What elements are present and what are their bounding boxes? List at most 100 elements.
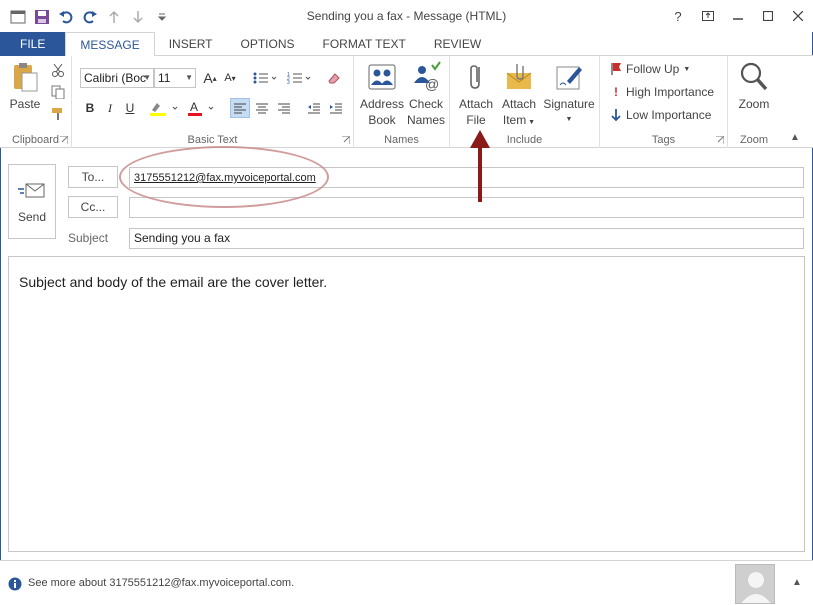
high-importance-label: High Importance xyxy=(626,85,715,99)
annotation-oval xyxy=(119,146,329,208)
tab-file[interactable]: FILE xyxy=(0,32,66,56)
to-button[interactable]: To... xyxy=(68,166,118,188)
clipboard-dialog-launcher-icon[interactable] xyxy=(60,136,68,144)
title-bar: Sending you a fax - Message (HTML) ? xyxy=(0,0,813,32)
minimize-icon[interactable] xyxy=(723,4,753,28)
expand-people-pane-icon[interactable]: ▲ xyxy=(792,577,802,588)
tab-message[interactable]: MESSAGE xyxy=(65,32,155,57)
italic-icon[interactable]: I xyxy=(100,98,120,118)
address-book-label-1: Address xyxy=(359,97,405,111)
underline-icon[interactable]: U xyxy=(120,98,140,118)
bullets-icon[interactable] xyxy=(250,68,280,88)
check-names-label-1: Check xyxy=(408,97,443,111)
font-size-value: 11 xyxy=(158,71,171,85)
annotation-arrow xyxy=(470,130,490,202)
check-names-icon: @ xyxy=(409,60,443,94)
basic-text-group: Calibri (Boc ▼ 11 ▼ A▴ A▾ 123 B I U A xyxy=(72,56,354,148)
ribbon-tabs: FILE MESSAGE INSERT OPTIONS FORMAT TEXT … xyxy=(0,32,813,57)
tags-group-label: Tags xyxy=(651,134,676,146)
zoom-group-label: Zoom xyxy=(739,134,769,146)
align-center-icon[interactable] xyxy=(252,98,272,118)
attach-item-button[interactable]: Attach Item ▼ xyxy=(498,60,540,131)
avatar[interactable] xyxy=(735,564,775,604)
font-name-select[interactable]: Calibri (Boc ▼ xyxy=(80,68,154,88)
see-more-link[interactable]: See more about 3175551212@fax.myvoicepor… xyxy=(28,577,294,589)
people-pane-bar: See more about 3175551212@fax.myvoicepor… xyxy=(0,560,813,605)
paperclip-icon xyxy=(459,60,493,94)
align-left-icon[interactable] xyxy=(230,98,250,118)
address-book-icon xyxy=(365,60,399,94)
tab-format-text[interactable]: FORMAT TEXT xyxy=(309,32,420,56)
attach-item-label-2: Item ▼ xyxy=(502,113,536,127)
svg-text:A: A xyxy=(190,100,198,114)
increase-indent-icon[interactable] xyxy=(326,98,346,118)
magnifier-icon xyxy=(737,60,771,94)
svg-text:3: 3 xyxy=(287,80,290,85)
low-importance-button[interactable]: Low Importance xyxy=(610,108,711,122)
copy-icon[interactable] xyxy=(48,82,68,102)
subject-label: Subject xyxy=(68,231,109,245)
ribbon-display-options-icon[interactable] xyxy=(693,4,723,28)
send-label: Send xyxy=(17,209,47,224)
signature-icon xyxy=(552,60,586,94)
collapse-ribbon-icon[interactable]: ▲ xyxy=(790,132,800,143)
tab-insert[interactable]: INSERT xyxy=(155,32,227,56)
bold-icon[interactable]: B xyxy=(80,98,100,118)
window-controls: ? xyxy=(663,4,813,28)
font-size-select[interactable]: 11 ▼ xyxy=(154,68,196,88)
exclamation-icon: ! xyxy=(614,85,618,99)
numbering-icon[interactable]: 123 xyxy=(284,68,314,88)
chevron-down-icon: ▼ xyxy=(143,73,151,82)
close-icon[interactable] xyxy=(783,4,813,28)
shrink-font-icon[interactable]: A ▾ xyxy=(220,68,240,88)
subject-field[interactable]: Sending you a fax xyxy=(129,228,804,249)
paste-label: Paste xyxy=(9,97,41,111)
tags-dialog-launcher-icon[interactable] xyxy=(716,136,724,144)
check-names-label-2: Names xyxy=(406,113,445,127)
attach-file-label-1: Attach xyxy=(458,97,494,111)
high-importance-button[interactable]: ! High Importance xyxy=(610,85,714,99)
tab-review[interactable]: REVIEW xyxy=(420,32,495,56)
format-painter-icon[interactable] xyxy=(48,104,68,124)
grow-font-icon[interactable]: A ▴ xyxy=(200,68,220,88)
signature-label: Signature xyxy=(543,97,595,111)
check-names-button[interactable]: @ Check Names xyxy=(404,60,448,128)
message-body[interactable]: Subject and body of the email are the co… xyxy=(8,256,805,552)
attach-item-label-1: Attach xyxy=(501,97,537,111)
paste-button[interactable]: Paste xyxy=(8,60,42,112)
basic-text-group-label: Basic Text xyxy=(187,134,238,146)
paste-icon xyxy=(8,60,42,94)
message-body-text: Subject and body of the email are the co… xyxy=(19,274,328,290)
chevron-down-icon: ▼ xyxy=(185,73,193,82)
signature-button[interactable]: Signature ▼ xyxy=(542,60,596,128)
font-color-icon[interactable]: A xyxy=(186,98,222,118)
attach-item-icon xyxy=(502,60,536,94)
follow-up-label: Follow Up xyxy=(626,62,680,76)
address-book-button[interactable]: Address Book xyxy=(358,60,406,128)
cut-icon[interactable] xyxy=(48,60,68,80)
help-icon[interactable]: ? xyxy=(663,4,693,28)
names-group-label: Names xyxy=(384,134,419,146)
maximize-icon[interactable] xyxy=(753,4,783,28)
chevron-down-icon: ▼ xyxy=(565,116,573,123)
info-icon xyxy=(8,577,22,591)
highlight-icon[interactable] xyxy=(148,98,184,118)
decrease-indent-icon[interactable] xyxy=(304,98,324,118)
follow-up-button[interactable]: Follow Up ▼ xyxy=(610,62,690,76)
attach-file-button[interactable]: Attach File xyxy=(456,60,496,128)
clipboard-group: Paste Clipboard xyxy=(0,56,72,148)
basic-text-dialog-launcher-icon[interactable] xyxy=(342,136,350,144)
clear-formatting-icon[interactable] xyxy=(324,68,344,88)
low-importance-label: Low Importance xyxy=(626,108,712,122)
svg-text:@: @ xyxy=(425,76,439,92)
arrow-down-icon xyxy=(611,109,621,122)
address-book-label-2: Book xyxy=(368,113,396,127)
cc-button[interactable]: Cc... xyxy=(68,196,118,218)
send-button[interactable]: Send xyxy=(8,164,56,239)
font-name-value: Calibri (Boc xyxy=(84,71,147,85)
zoom-button[interactable]: Zoom xyxy=(734,60,774,112)
chevron-down-icon: ▼ xyxy=(683,65,691,73)
zoom-label: Zoom xyxy=(738,97,770,111)
align-right-icon[interactable] xyxy=(274,98,294,118)
tab-options[interactable]: OPTIONS xyxy=(227,32,309,56)
